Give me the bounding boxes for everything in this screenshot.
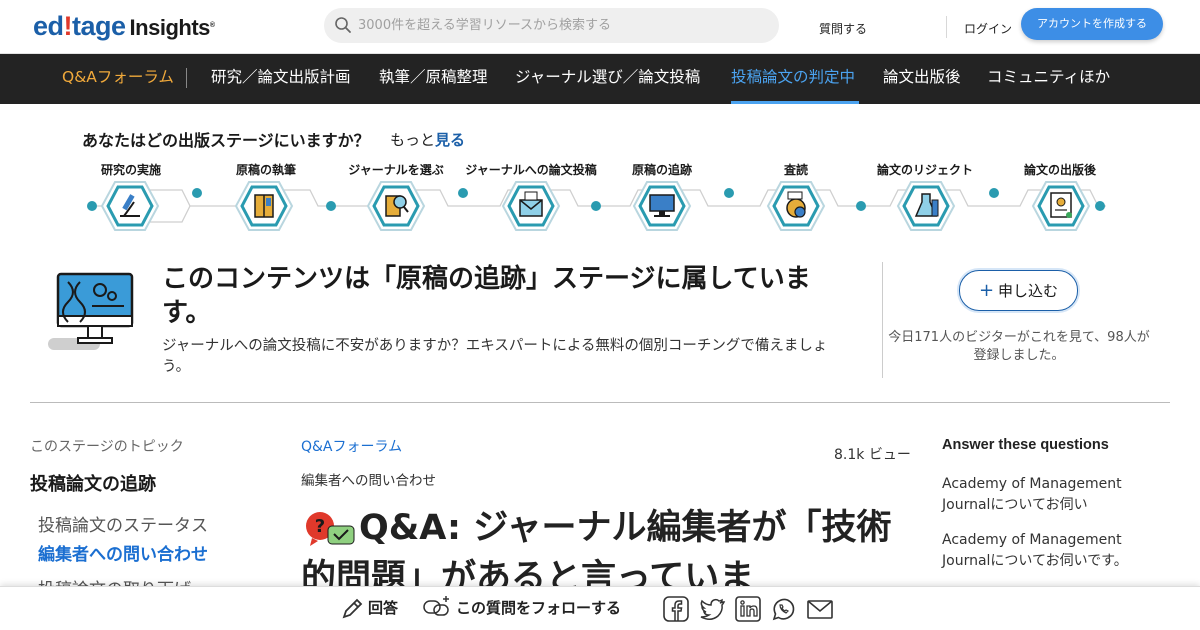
- dna-monitor-illustration: [48, 272, 134, 350]
- banner-subtitle: ジャーナルへの論文投稿に不安がありますか？エキスパートによる無料の個別コーチング…: [162, 338, 828, 375]
- mail-icon[interactable]: [806, 595, 834, 623]
- twitter-icon[interactable]: [698, 595, 726, 623]
- journal-search-icon[interactable]: [366, 180, 426, 232]
- stage-question: あなたはどの出版ステージにいますか？: [82, 131, 370, 150]
- nav-item-research-planning[interactable]: 研究／論文出版計画: [211, 54, 351, 104]
- stage-more: もっと見る: [390, 131, 466, 149]
- apply-button[interactable]: + 申し込む: [959, 270, 1078, 311]
- stage-topics-label: このステージのトピック: [30, 439, 184, 455]
- search-icon: [335, 17, 351, 33]
- search-input[interactable]: [358, 8, 768, 43]
- stage-topics-heading: 投稿論文の追跡: [30, 474, 156, 495]
- peer-review-icon[interactable]: [766, 180, 826, 232]
- nav-item-community[interactable]: コミュニティほか: [987, 54, 1110, 104]
- site-header: ed!tageInsights® 質問する ログイン アカウントを作成する: [0, 0, 1200, 54]
- login-link[interactable]: ログイン: [964, 20, 1012, 37]
- nav-item-journal-selection[interactable]: ジャーナル選び／論文投稿: [515, 54, 700, 104]
- nav-item-after-publication[interactable]: 論文出版後: [883, 54, 961, 104]
- action-bar: 回答 この質問をフォローする: [0, 586, 1200, 630]
- article-category[interactable]: 編集者への問い合わせ: [301, 469, 436, 489]
- topic-item-contact-editor[interactable]: 編集者への問い合わせ: [38, 540, 208, 565]
- notebook-icon[interactable]: [234, 180, 294, 232]
- pencil-icon: [342, 598, 363, 619]
- nav-separator: [186, 68, 187, 88]
- answer-questions-heading: Answer these questions: [942, 437, 1109, 453]
- topic-item-status[interactable]: 投稿論文のステータス: [38, 511, 208, 536]
- monitor-tracking-icon[interactable]: [632, 180, 692, 232]
- editage-insights-logo[interactable]: ed!tage Insights®: [33, 10, 215, 44]
- nav-item-under-review[interactable]: 投稿論文の判定中: [731, 54, 855, 104]
- facebook-icon[interactable]: [662, 595, 690, 623]
- main-nav: Q&Aフォーラム 研究／論文出版計画 執筆／原稿整理 ジャーナル選び／論文投稿 …: [0, 54, 1200, 104]
- certificate-icon[interactable]: [1031, 180, 1091, 232]
- view-count: 8.1k ビュー: [834, 447, 911, 463]
- visitor-count-text: 今日171人のビジターがこれを見て、98人が登録しました。: [888, 330, 1150, 363]
- envelope-icon[interactable]: [501, 180, 561, 232]
- follow-question-icon: [423, 596, 449, 616]
- see-more-link[interactable]: 見る: [435, 131, 465, 149]
- linkedin-icon[interactable]: [734, 595, 762, 623]
- flask-reject-icon[interactable]: [896, 180, 956, 232]
- whatsapp-icon[interactable]: [770, 595, 798, 623]
- svg-text:?: ?: [315, 516, 325, 537]
- plus-icon: +: [978, 279, 995, 301]
- microscope-icon[interactable]: [100, 180, 160, 232]
- answer-question-link[interactable]: Academy of Management Journalについてお伺い: [942, 474, 1172, 516]
- header-divider: [946, 16, 947, 38]
- create-account-button[interactable]: アカウントを作成する: [1021, 8, 1163, 40]
- answer-button[interactable]: 回答: [368, 597, 398, 618]
- section-divider: [30, 402, 1170, 403]
- search-bar[interactable]: [324, 8, 779, 43]
- qa-speech-bubbles-icon: ?: [306, 512, 355, 546]
- banner-title: このコンテンツは「原稿の追跡」ステージに属しています。: [162, 264, 811, 328]
- nav-active-underline: [731, 101, 859, 104]
- follow-question-button[interactable]: この質問をフォローする: [456, 597, 621, 618]
- nav-item-writing[interactable]: 執筆／原稿整理: [379, 54, 488, 104]
- ask-question-link[interactable]: 質問する: [819, 20, 867, 37]
- banner-divider: [882, 262, 883, 378]
- answer-question-link[interactable]: Academy of Management Journalについてお伺いです。: [942, 530, 1172, 572]
- nav-qa-forum[interactable]: Q&Aフォーラム: [62, 54, 174, 104]
- breadcrumb[interactable]: Q&Aフォーラム: [301, 436, 402, 456]
